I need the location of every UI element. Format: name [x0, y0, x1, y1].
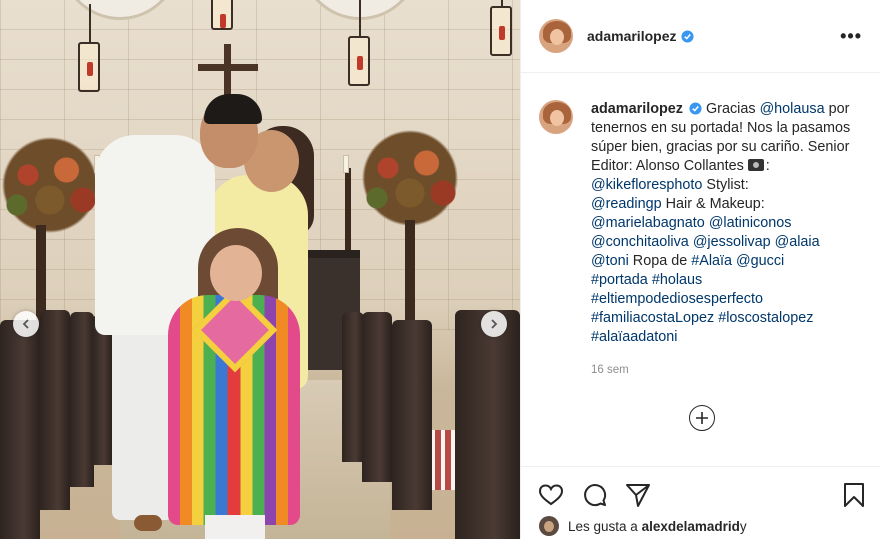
mention-link[interactable]: @readingp — [591, 196, 662, 212]
mention-link[interactable]: @latiniconos — [709, 215, 792, 231]
caption-row: adamarilopez Gracias @holausa por tenern… — [521, 73, 880, 347]
plus-icon — [696, 412, 708, 424]
caption-text-segment: Hair & Makeup: — [661, 196, 765, 212]
pew — [392, 320, 432, 510]
likes-summary: Les gusta a alexdelamadrid y — [539, 516, 747, 536]
man-shoe — [134, 515, 162, 531]
liker-username[interactable]: alexdelamadrid — [642, 519, 740, 534]
mention-link[interactable]: @alaia — [775, 234, 820, 250]
comment-icon[interactable] — [582, 482, 608, 508]
hashtag-link[interactable]: #holaus — [652, 272, 702, 288]
flower-stand — [405, 220, 415, 325]
pew — [455, 310, 520, 539]
verified-badge-icon — [681, 29, 695, 43]
mention-link[interactable]: @gucci — [736, 253, 784, 269]
caption-author-username[interactable]: adamarilopez — [591, 101, 683, 117]
verified-badge-icon — [689, 102, 702, 115]
mention-link[interactable]: @marielabagnato — [591, 215, 705, 231]
more-options-button[interactable]: ••• — [840, 26, 862, 47]
mention-link[interactable]: @jessolivap — [693, 234, 771, 250]
pew — [70, 312, 94, 487]
like-heart-icon[interactable] — [538, 482, 564, 508]
pew — [362, 312, 392, 482]
mention-link[interactable]: @holausa — [760, 101, 825, 117]
likes-prefix: Les gusta a — [568, 518, 638, 534]
caption-author-avatar[interactable] — [539, 100, 573, 134]
share-paper-plane-icon[interactable] — [625, 482, 651, 508]
chevron-left-icon — [22, 319, 29, 329]
hashtag-link[interactable]: #portada — [591, 272, 648, 288]
lantern — [78, 4, 100, 92]
crucifix-bar — [198, 64, 258, 71]
chevron-right-icon — [491, 319, 498, 329]
man-trousers — [112, 320, 174, 520]
mention-link[interactable]: @toni — [591, 253, 629, 269]
author-username[interactable]: adamarilopez — [587, 28, 676, 44]
pew — [0, 320, 40, 539]
likes-suffix: y — [739, 518, 747, 534]
post-header: adamarilopez ••• — [521, 0, 880, 73]
post-side-panel: adamarilopez ••• adamarilopez Gracias @h… — [520, 0, 880, 539]
hashtag-link[interactable]: #loscostalopez — [718, 310, 813, 326]
flower-arrangement — [0, 135, 105, 235]
liker-avatar[interactable] — [539, 516, 559, 536]
pew — [92, 315, 112, 465]
next-image-button[interactable] — [481, 311, 507, 337]
load-more-comments-button[interactable] — [689, 405, 715, 431]
hashtag-link[interactable]: #familiacostaLopez — [591, 310, 714, 326]
lantern — [490, 0, 512, 56]
hashtag-link[interactable]: #eltiempodediosesperfecto — [591, 291, 763, 307]
lantern — [348, 0, 370, 86]
girl-face — [210, 245, 262, 301]
author-avatar[interactable] — [539, 19, 573, 53]
caption-text-segment: Stylist: — [702, 177, 749, 193]
candle — [343, 155, 349, 173]
previous-image-button[interactable] — [13, 311, 39, 337]
flower-arrangement — [355, 128, 465, 228]
pew — [342, 312, 364, 462]
post-timestamp[interactable]: 16 sem — [591, 364, 880, 376]
hashtag-link[interactable]: #alaïaadatoni — [591, 329, 677, 345]
pew — [40, 310, 70, 510]
hashtag-link[interactable]: #Alaïa — [691, 253, 732, 269]
caption-text-segment: Gracias — [701, 101, 760, 117]
caption-text-segment: : — [765, 158, 770, 174]
camera-emoji-icon — [747, 159, 764, 171]
girl-legs — [205, 515, 265, 539]
save-bookmark-icon[interactable] — [841, 482, 867, 508]
caption-text: adamarilopez Gracias @holausa por tenern… — [591, 100, 862, 347]
post-photo[interactable] — [0, 0, 520, 539]
mention-link[interactable]: @kikefloresphoto — [591, 177, 702, 193]
mention-link[interactable]: @conchitaoliva — [591, 234, 689, 250]
lantern — [211, 0, 233, 30]
caption-text-segment: Ropa de — [628, 253, 692, 269]
